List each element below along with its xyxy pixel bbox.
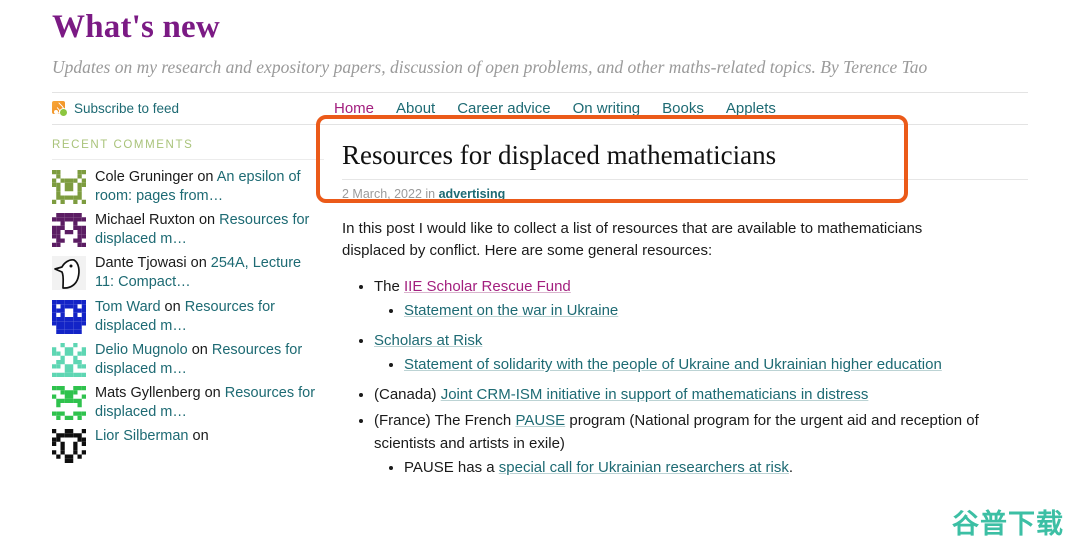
resource-item: (Canada) Joint CRM-ISM initiative in sup… xyxy=(374,384,1028,406)
comment-author: Mats Gyllenberg xyxy=(95,385,201,402)
comment-text: Tom Ward on Resources for displaced m… xyxy=(95,297,324,336)
comment-text: Dante Tjowasi on 254A, Lecture 11: Compa… xyxy=(95,253,324,292)
comment-item: Delio Mugnolo on Resources for displaced… xyxy=(52,340,324,379)
page-title: What's new xyxy=(52,9,220,45)
recent-comments-list: Cole Gruninger on An epsilon of room: pa… xyxy=(52,167,324,464)
nav-item-career-advice[interactable]: Career advice xyxy=(457,100,550,117)
resources-list: The IIE Scholar Rescue Fund Statement on … xyxy=(342,276,1028,480)
content-wrap: RECENT COMMENTS Cole Gruninger on An eps… xyxy=(52,114,1028,487)
resource-item: Scholars at Risk Statement of solidarity … xyxy=(374,330,1028,376)
resource-subitem-suffix: . xyxy=(788,458,794,476)
comment-item: Lior Silberman on xyxy=(52,426,324,464)
nav-item-about[interactable]: About xyxy=(396,100,435,117)
nav-item-applets[interactable]: Applets xyxy=(726,100,776,117)
comment-text: Delio Mugnolo on Resources for displaced… xyxy=(95,340,324,379)
resource-sublink[interactable]: special call for Ukrainian researchers a… xyxy=(499,459,789,476)
comment-on-word: on xyxy=(188,428,209,445)
comment-text: Lior Silberman on xyxy=(95,426,209,446)
post-column: Resources for displaced mathematicians 2… xyxy=(316,114,1028,487)
post-category-link[interactable]: advertising xyxy=(439,187,506,201)
comment-item: Cole Gruninger on An epsilon of room: pa… xyxy=(52,167,324,206)
comment-author[interactable]: Delio Mugnolo xyxy=(95,342,188,358)
comment-author: Dante Tjowasi xyxy=(95,255,187,272)
avatar xyxy=(52,169,86,204)
subscribe-to-feed[interactable]: Subscribe to feed xyxy=(52,100,334,117)
resource-sublink[interactable]: Statement on the war in Ukraine xyxy=(404,302,618,319)
nav-item-home[interactable]: Home xyxy=(334,100,374,117)
comment-text: Mats Gyllenberg on Resources for displac… xyxy=(95,383,324,422)
blog-header: What's new Updates on my research and ex… xyxy=(0,0,1080,80)
resource-link[interactable]: Scholars at Risk xyxy=(374,332,482,349)
post-header: Resources for displaced mathematicians 2… xyxy=(316,114,1028,203)
comment-author: Cole Gruninger xyxy=(95,168,194,185)
resource-item: (France) The French PAUSE program (Natio… xyxy=(374,410,1028,479)
main-nav: Home About Career advice On writing Books App… xyxy=(334,100,776,117)
post-meta: 2 March, 2022 in advertising xyxy=(342,179,1028,201)
resource-sublist: PAUSE has a special call for Ukrainian r… xyxy=(374,457,1028,479)
resource-link[interactable]: IIE Scholar Rescue Fund xyxy=(404,278,571,295)
comment-on-word: on xyxy=(187,341,212,358)
comment-on-word: on xyxy=(186,255,211,272)
comment-text: Michael Ruxton on Resources for displace… xyxy=(95,210,324,249)
comment-item: Michael Ruxton on Resources for displace… xyxy=(52,210,324,249)
avatar xyxy=(52,386,86,421)
rss-icon xyxy=(52,100,68,117)
avatar xyxy=(52,342,86,377)
resource-subitem: Statement of solidarity with the people … xyxy=(404,354,1028,376)
resource-item: The IIE Scholar Rescue Fund Statement on … xyxy=(374,276,1028,322)
nav-item-on-writing[interactable]: On writing xyxy=(573,100,641,117)
comment-author[interactable]: Tom Ward xyxy=(95,299,161,315)
comment-author: Michael Ruxton xyxy=(95,212,195,229)
resource-item-prefix: (France) The French xyxy=(374,412,516,430)
resource-link[interactable]: Joint CRM-ISM initiative in support of m… xyxy=(441,386,869,403)
watermark: 谷普下载 xyxy=(952,509,1064,540)
post-in-word: in xyxy=(421,187,439,202)
site-tagline: Updates on my research and expository pa… xyxy=(52,56,928,77)
post-date: 2 March, 2022 xyxy=(342,187,422,202)
subscribe-link[interactable]: Subscribe to feed xyxy=(74,101,179,116)
avatar xyxy=(52,256,86,291)
nav-strip: Subscribe to feed Home About Career advice… xyxy=(52,91,1028,125)
comment-on-word: on xyxy=(160,298,185,315)
nav-item-books[interactable]: Books xyxy=(662,100,704,117)
resource-item-prefix: The xyxy=(374,277,405,295)
comment-on-word: on xyxy=(200,385,225,402)
recent-comments-heading: RECENT COMMENTS xyxy=(52,139,324,160)
resource-item-prefix: (Canada) xyxy=(374,386,441,404)
comment-author[interactable]: Lior Silberman xyxy=(95,428,189,444)
comment-on-word: on xyxy=(193,168,217,185)
resource-subitem: PAUSE has a special call for Ukrainian r… xyxy=(404,457,1028,479)
resource-subitem-prefix: PAUSE has a xyxy=(404,458,499,476)
avatar xyxy=(52,299,86,334)
resource-subitem: Statement on the war in Ukraine xyxy=(404,300,1028,322)
resource-sublist: Statement on the war in Ukraine xyxy=(374,300,1028,322)
comment-item: Dante Tjowasi on 254A, Lecture 11: Compa… xyxy=(52,253,324,292)
avatar xyxy=(52,213,86,248)
post-body: In this post I would like to collect a l… xyxy=(342,218,1028,479)
sidebar: RECENT COMMENTS Cole Gruninger on An eps… xyxy=(52,139,334,487)
avatar xyxy=(52,429,86,464)
comment-text: Cole Gruninger on An epsilon of room: pa… xyxy=(95,167,324,206)
comment-on-word: on xyxy=(194,212,220,229)
resource-sublist: Statement of solidarity with the people … xyxy=(374,354,1028,376)
resource-link[interactable]: PAUSE xyxy=(515,412,565,429)
post-intro-paragraph: In this post I would like to collect a l… xyxy=(342,220,923,260)
post-title: Resources for displaced mathematicians xyxy=(342,139,777,170)
comment-item: Tom Ward on Resources for displaced m… xyxy=(52,297,324,336)
comment-item: Mats Gyllenberg on Resources for displac… xyxy=(52,383,324,422)
resource-sublink[interactable]: Statement of solidarity with the people … xyxy=(404,356,942,373)
